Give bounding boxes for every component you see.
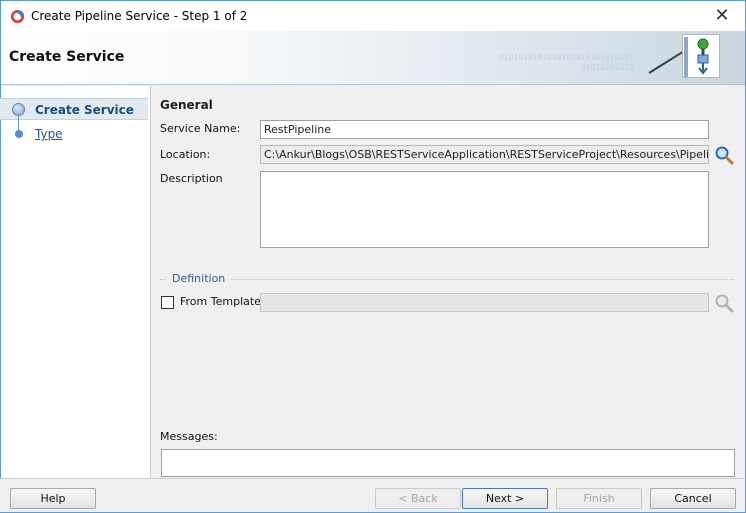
title-bar: Create Pipeline Service - Step 1 of 2 ✕ — [1, 1, 745, 31]
cancel-button[interactable]: Cancel — [650, 488, 736, 509]
from-template-label: From Template — [180, 295, 261, 308]
binary-decoration-2: 01010101010 — [581, 63, 634, 72]
location-search-icon[interactable] — [714, 145, 734, 165]
template-input — [260, 293, 709, 312]
banner-line-decoration — [648, 50, 684, 74]
general-section-title: General — [160, 98, 213, 112]
messages-label: Messages: — [160, 430, 218, 443]
service-name-label: Service Name: — [160, 122, 241, 135]
step-label-type: Type — [35, 127, 63, 141]
pipeline-wizard-icon — [682, 34, 720, 78]
header-banner: Create Service 0101010101010101010101010… — [1, 31, 745, 85]
help-button[interactable]: Help — [10, 488, 96, 509]
next-button[interactable]: Next > — [462, 488, 548, 509]
definition-section-title: Definition — [166, 272, 232, 285]
banner-title: Create Service — [9, 49, 125, 65]
from-template-checkbox[interactable] — [161, 296, 174, 309]
main-content — [151, 85, 744, 478]
location-label: Location: — [160, 148, 211, 161]
close-button[interactable]: ✕ — [699, 1, 745, 31]
service-name-input[interactable]: RestPipeline — [260, 120, 709, 139]
oracle-logo-icon — [10, 9, 25, 24]
description-label: Description — [160, 172, 223, 185]
finish-button[interactable]: Finish — [556, 488, 642, 509]
binary-decoration: 0101010101010101010101010101 — [499, 53, 634, 62]
step-pending-icon — [15, 130, 23, 138]
back-button[interactable]: < Back — [375, 488, 461, 509]
step-create-service[interactable]: Create Service — [0, 98, 148, 120]
definition-separator — [160, 279, 734, 280]
window-title: Create Pipeline Service - Step 1 of 2 — [31, 9, 248, 23]
step-type[interactable]: Type — [0, 123, 148, 145]
messages-box — [161, 449, 735, 477]
close-icon: ✕ — [714, 5, 730, 26]
step-label-create-service: Create Service — [35, 103, 134, 117]
location-input[interactable]: C:\Ankur\Blogs\OSB\RESTServiceApplicatio… — [260, 145, 709, 164]
template-search-icon — [715, 294, 734, 313]
description-textarea[interactable] — [260, 171, 709, 248]
